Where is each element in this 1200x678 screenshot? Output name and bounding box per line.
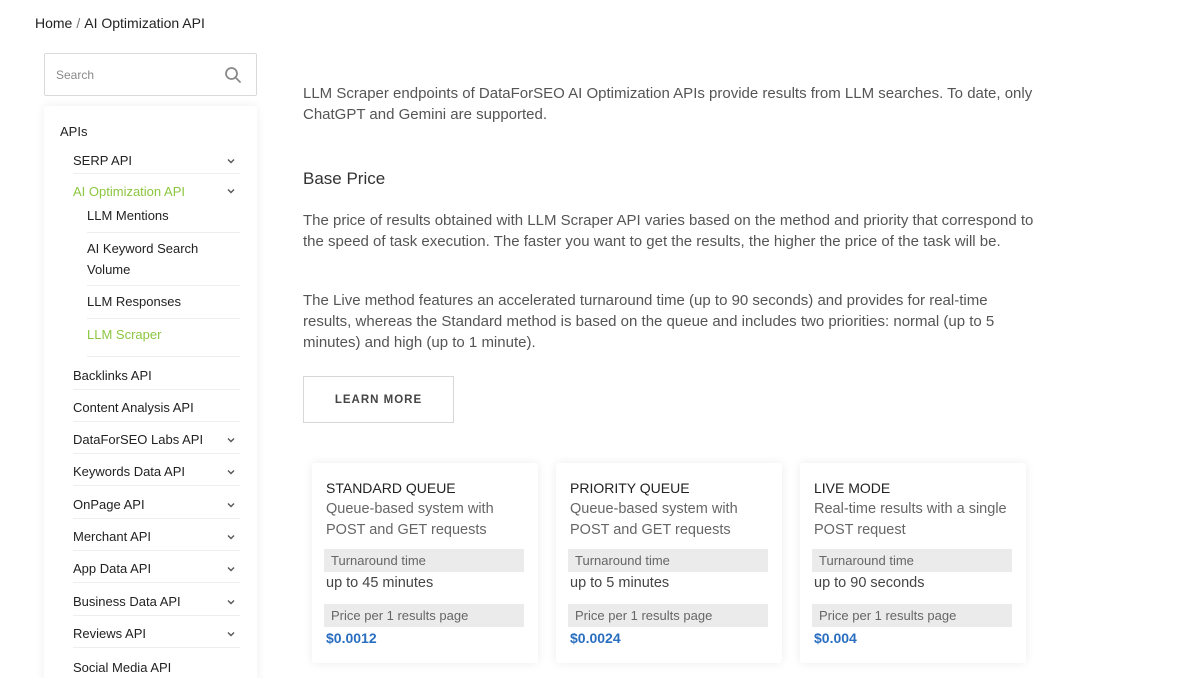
sidebar-item-label: Social Media API (73, 659, 172, 675)
sidebar-nav: APIs SERP API AI Optimization API LLM Me… (44, 106, 257, 678)
sidebar-item-reviews-api[interactable]: Reviews API (73, 620, 240, 648)
price-label: Price per 1 results page (568, 604, 768, 627)
sidebar-item-onpage-api[interactable]: OnPage API (73, 491, 240, 519)
pricing-card-standard-queue: STANDARD QUEUE Queue-based system with P… (312, 463, 538, 663)
chevron-down-icon (227, 534, 235, 539)
chevron-down-icon (227, 158, 235, 163)
chevron-down-icon (227, 599, 235, 604)
card-title: LIVE MODE (814, 480, 891, 496)
sidebar-subitem-label: LLM Scraper (87, 327, 162, 342)
main-content: LLM Scraper endpoints of DataForSEO AI O… (303, 83, 1033, 423)
turnaround-label: Turnaround time (324, 549, 524, 572)
search-box (44, 53, 257, 96)
chevron-down-icon (227, 437, 235, 442)
chevron-down-icon (227, 189, 235, 194)
sidebar-item-label: OnPage API (73, 497, 145, 512)
card-description: Real-time results with a single POST req… (814, 501, 1007, 538)
sidebar-subitem-label: LLM Responses (87, 294, 181, 309)
sidebar-item-social-media-api[interactable]: Social Media API (73, 653, 240, 678)
sidebar-item-label: App Data API (73, 561, 152, 576)
sidebar-item-serp-api[interactable]: SERP API (73, 148, 240, 174)
pricing-card-priority-queue: PRIORITY QUEUE Queue-based system with P… (556, 463, 782, 663)
sidebar-item-label: AI Optimization API (73, 183, 185, 199)
sidebar-item-label: Backlinks API (73, 368, 152, 383)
sidebar-item-label: SERP API (73, 153, 133, 168)
turnaround-value: up to 90 seconds (814, 575, 925, 591)
sidebar-subitem-label: AI Keyword Search Volume (87, 241, 199, 277)
breadcrumb-current: AI Optimization API (84, 15, 205, 31)
sidebar-item-dataforseo-labs-api[interactable]: DataForSEO Labs API (73, 426, 240, 454)
breadcrumb: Home / AI Optimization API (35, 15, 205, 31)
intro-text: LLM Scraper endpoints of DataForSEO AI O… (303, 85, 1033, 123)
card-description: Queue-based system with POST and GET req… (326, 501, 494, 538)
turnaround-value: up to 45 minutes (326, 575, 434, 591)
sidebar-subitem-label: LLM Mentions (87, 208, 169, 223)
price-label: Price per 1 results page (324, 604, 524, 627)
pricing-paragraph-2: The Live method features an accelerated … (303, 292, 995, 351)
sidebar-item-label: Keywords Data API (73, 464, 185, 479)
learn-more-button[interactable]: LEARN MORE (303, 376, 454, 423)
sidebar-subitem-llm-responses[interactable]: LLM Responses (87, 291, 240, 319)
sidebar-subitem-llm-scraper[interactable]: LLM Scraper (87, 324, 240, 357)
chevron-down-icon (227, 469, 235, 474)
price-value: $0.004 (814, 630, 857, 646)
turnaround-value: up to 5 minutes (570, 575, 670, 591)
sidebar-subitem-llm-mentions[interactable]: LLM Mentions (87, 205, 240, 233)
search-input[interactable] (45, 54, 205, 95)
sidebar-item-keywords-data-api[interactable]: Keywords Data API (73, 458, 240, 486)
sidebar-item-content-analysis-api[interactable]: Content Analysis API (73, 394, 240, 422)
sidebar-item-business-data-api[interactable]: Business Data API (73, 588, 240, 616)
pricing-paragraph-1: The price of results obtained with LLM S… (303, 212, 1034, 250)
sidebar-item-label: Business Data API (73, 594, 181, 609)
breadcrumb-home[interactable]: Home (35, 15, 72, 31)
chevron-down-icon (227, 566, 235, 571)
price-value: $0.0024 (570, 630, 621, 646)
sidebar-item-label: Merchant API (73, 529, 152, 544)
sidebar-root-label: APIs (60, 124, 88, 139)
sidebar-item-backlinks-api[interactable]: Backlinks API (73, 362, 240, 390)
sidebar-item-merchant-api[interactable]: Merchant API (73, 523, 240, 551)
card-title: PRIORITY QUEUE (570, 480, 690, 496)
card-description: Queue-based system with POST and GET req… (570, 501, 738, 538)
section-heading: Base Price (303, 169, 386, 188)
sidebar-item-label: DataForSEO Labs API (73, 432, 204, 447)
sidebar-item-label: Content Analysis API (73, 400, 194, 415)
turnaround-label: Turnaround time (812, 549, 1012, 572)
card-title: STANDARD QUEUE (326, 480, 456, 496)
sidebar-item-label: Reviews API (73, 626, 146, 641)
turnaround-label: Turnaround time (568, 549, 768, 572)
price-label: Price per 1 results page (812, 604, 1012, 627)
pricing-card-live-mode: LIVE MODE Real-time results with a singl… (800, 463, 1026, 663)
price-value: $0.0012 (326, 630, 377, 646)
sidebar-item-ai-optimization-api[interactable]: AI Optimization API (73, 181, 240, 201)
sidebar-subitem-ai-keyword-search-volume[interactable]: AI Keyword Search Volume (87, 238, 240, 286)
search-icon[interactable] (224, 66, 242, 84)
breadcrumb-separator: / (76, 15, 81, 31)
sidebar-item-app-data-api[interactable]: App Data API (73, 555, 240, 583)
chevron-down-icon (227, 502, 235, 507)
chevron-down-icon (227, 631, 235, 636)
